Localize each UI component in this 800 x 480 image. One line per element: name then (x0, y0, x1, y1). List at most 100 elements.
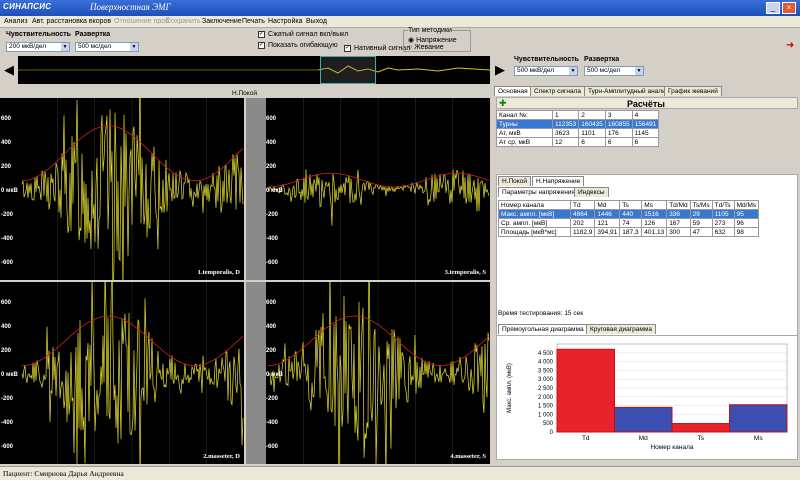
envelope-checkbox[interactable]: ✓ (258, 42, 265, 49)
y-tick-label: -600 (1, 444, 14, 450)
bar-Ms[interactable] (729, 404, 788, 433)
app-logo: СИНАПСИС (3, 2, 52, 11)
menu-conclusion[interactable]: Заключение (202, 18, 242, 25)
menu-save[interactable]: Сохранить (166, 18, 201, 25)
y-tick-label: 200 (266, 164, 277, 170)
native-signal-checkbox[interactable]: ✓ (344, 45, 351, 52)
tab-tension-params[interactable]: Параметры напряжения (498, 187, 579, 197)
table-row[interactable]: Ат ср, мкВ 12 6 6 6 (496, 137, 660, 147)
sweep-label: Развертка (75, 31, 111, 38)
radio-chewing[interactable]: ○ Жевание (408, 44, 444, 51)
compressed-signal-label: Сжатый сигнал вкл/выкл (268, 31, 349, 38)
sensitivity-select[interactable]: 200 мкВ/дел ▼ (6, 42, 70, 52)
chart-box: 4 500 4 000 3 500 3 000 2 500 2 000 1 500 1 000… (496, 335, 798, 460)
minimize-button[interactable]: _ (766, 2, 780, 14)
y-tick-label: -200 (266, 396, 279, 402)
y-tick-label: 500 (543, 421, 554, 427)
bar-Ts[interactable] (671, 423, 730, 433)
y-tick-label: 0 (550, 430, 554, 436)
close-button[interactable]: × (782, 2, 796, 14)
method-group: Тип методики ◉ Напряжение ○ Жевание (403, 27, 471, 52)
chevron-down-icon: ▼ (61, 43, 69, 51)
calc-header: ✚ Расчёты (496, 97, 798, 109)
table-row[interactable]: Ср. ампл. [мкВ] 202 121 74 126 167 59 273 96 (498, 218, 760, 228)
right-sensitivity-select[interactable]: 500 мкВ/дел ▼ (514, 66, 578, 76)
y-tick-label: 0 мкВ (266, 372, 283, 378)
x-tick-label: Ms (754, 435, 763, 442)
menu-bar: Анализ Авт. расстановка вкоров Отношение… (0, 16, 800, 28)
turns-table: Канал №: 1 2 3 4 Турны 112353 160435 160855… (496, 110, 660, 147)
overview-signal[interactable] (18, 56, 491, 84)
y-tick-label: 600 (1, 300, 12, 306)
y-tick-label: 400 (1, 140, 12, 146)
channel-label: 3.temporalis, S (444, 269, 486, 276)
y-tick-label: -200 (266, 212, 279, 218)
tab-spectrum[interactable]: Спектр сигнала (530, 86, 586, 96)
menu-print[interactable]: Печать (242, 18, 265, 25)
y-tick-label: 4 500 (538, 351, 554, 357)
tab-tension[interactable]: Н.Напряжение (532, 176, 585, 186)
y-tick-label: 0 мкВ (1, 188, 18, 194)
y-tick-label: 2 500 (538, 386, 554, 392)
table-row[interactable]: Ат, мкВ 3623 1101 176 1145 (496, 128, 660, 138)
menu-auto-markers[interactable]: Авт. расстановка вкоров (32, 18, 111, 25)
emg-panel-3[interactable]: 600 400 200 0 мкВ -200 -400 -600 2.masseter, D (0, 235, 244, 480)
calc-title: Расчёты (627, 99, 665, 109)
emg-trace (0, 235, 244, 480)
tab-rest[interactable]: Н.Покой (498, 176, 531, 186)
channel-label: 1.temporalis, D (197, 269, 240, 276)
table-header: Номер канала Td Md Ts Ms Td/Md Ts/Ms Td/… (498, 200, 760, 210)
test-time: Время тестирования: 15 сек (498, 310, 584, 317)
compressed-signal-checkbox[interactable]: ✓ (258, 31, 265, 38)
tab-turn-amplitude[interactable]: Турн-Амплитудный анализ (584, 86, 673, 96)
x-tick-label: Ts (698, 435, 705, 442)
tab-bar-chart[interactable]: Прямоугольная диаграмма (498, 324, 588, 334)
bar-Md[interactable] (614, 406, 673, 433)
y-tick-label: -400 (1, 420, 14, 426)
table-row[interactable]: Макс. ампл. [мкВ] 4864 1446 440 1516 336 29 110… (498, 209, 760, 219)
y-tick-label: 2 000 (538, 395, 554, 401)
menu-settings[interactable]: Настройка (268, 18, 302, 25)
menu-exit[interactable]: Выход (306, 18, 327, 25)
emg-panel-2[interactable]: 600 400 200 0 мкВ -200 -400 -600 3.temporalis, … (246, 98, 490, 280)
y-tick-label: -400 (266, 420, 279, 426)
overview-selection[interactable] (320, 56, 376, 84)
scroll-right-icon[interactable]: ▶ (495, 62, 505, 78)
radio-tension[interactable]: ◉ Напряжение (408, 36, 457, 44)
tab-chewing-graph[interactable]: График жеваний (664, 86, 722, 96)
tab-main[interactable]: Основная (494, 86, 532, 96)
x-tick-label: Td (582, 435, 590, 442)
y-tick-label: -600 (266, 444, 279, 450)
tab-pie-chart[interactable]: Круговая диаграмма (586, 324, 656, 334)
emg-panel-4[interactable]: 600 400 200 0 мкВ -200 -400 -600 4.masseter, S (246, 230, 490, 480)
sweep-select[interactable]: 500 мс/дел ▼ (75, 42, 139, 52)
scroll-left-icon[interactable]: ◀ (4, 62, 14, 78)
table-row[interactable]: Турны 112353 160435 160855 156491 (496, 119, 660, 129)
arrow-right-icon[interactable]: ➜ (786, 40, 794, 51)
y-tick-label: 600 (266, 300, 277, 306)
y-tick-label: 1 000 (538, 412, 554, 418)
y-tick-label: 600 (266, 116, 277, 122)
right-sweep-select[interactable]: 500 мс/дел ▼ (584, 66, 644, 76)
y-tick-label: 400 (1, 324, 12, 330)
y-tick-label: 600 (1, 116, 12, 122)
bar-Td[interactable] (556, 348, 615, 433)
add-icon[interactable]: ✚ (499, 98, 507, 109)
bar-chart: 4 500 4 000 3 500 3 000 2 500 2 000 1 500 1 000… (507, 343, 788, 451)
channel-label: 2.masseter, D (203, 453, 240, 460)
menu-ratio[interactable]: Отношение проб (114, 18, 169, 25)
y-tick-label: -200 (1, 212, 14, 218)
y-tick-label: -400 (266, 236, 279, 242)
y-tick-label: 400 (266, 324, 277, 330)
y-tick-label: -200 (1, 396, 14, 402)
emg-trace (0, 61, 244, 318)
title-bar: СИНАПСИС Поверхностная ЭМГ _ × (0, 0, 800, 16)
chevron-down-icon: ▼ (569, 67, 577, 75)
table-header: Канал №: 1 2 3 4 (496, 110, 660, 120)
table-row[interactable]: Площадь [мкВ*мс] 1182,9 394,91 187,3 401,13 3… (498, 227, 760, 237)
y-tick-label: 0 мкВ (1, 372, 18, 378)
emg-panel-1[interactable]: 600 400 200 0 мкВ -200 -400 -600 1.temporalis, … (0, 61, 244, 318)
y-tick-label: 1 500 (538, 404, 554, 410)
menu-analysis[interactable]: Анализ (4, 18, 28, 25)
tab-indices[interactable]: Индексы (574, 187, 609, 197)
